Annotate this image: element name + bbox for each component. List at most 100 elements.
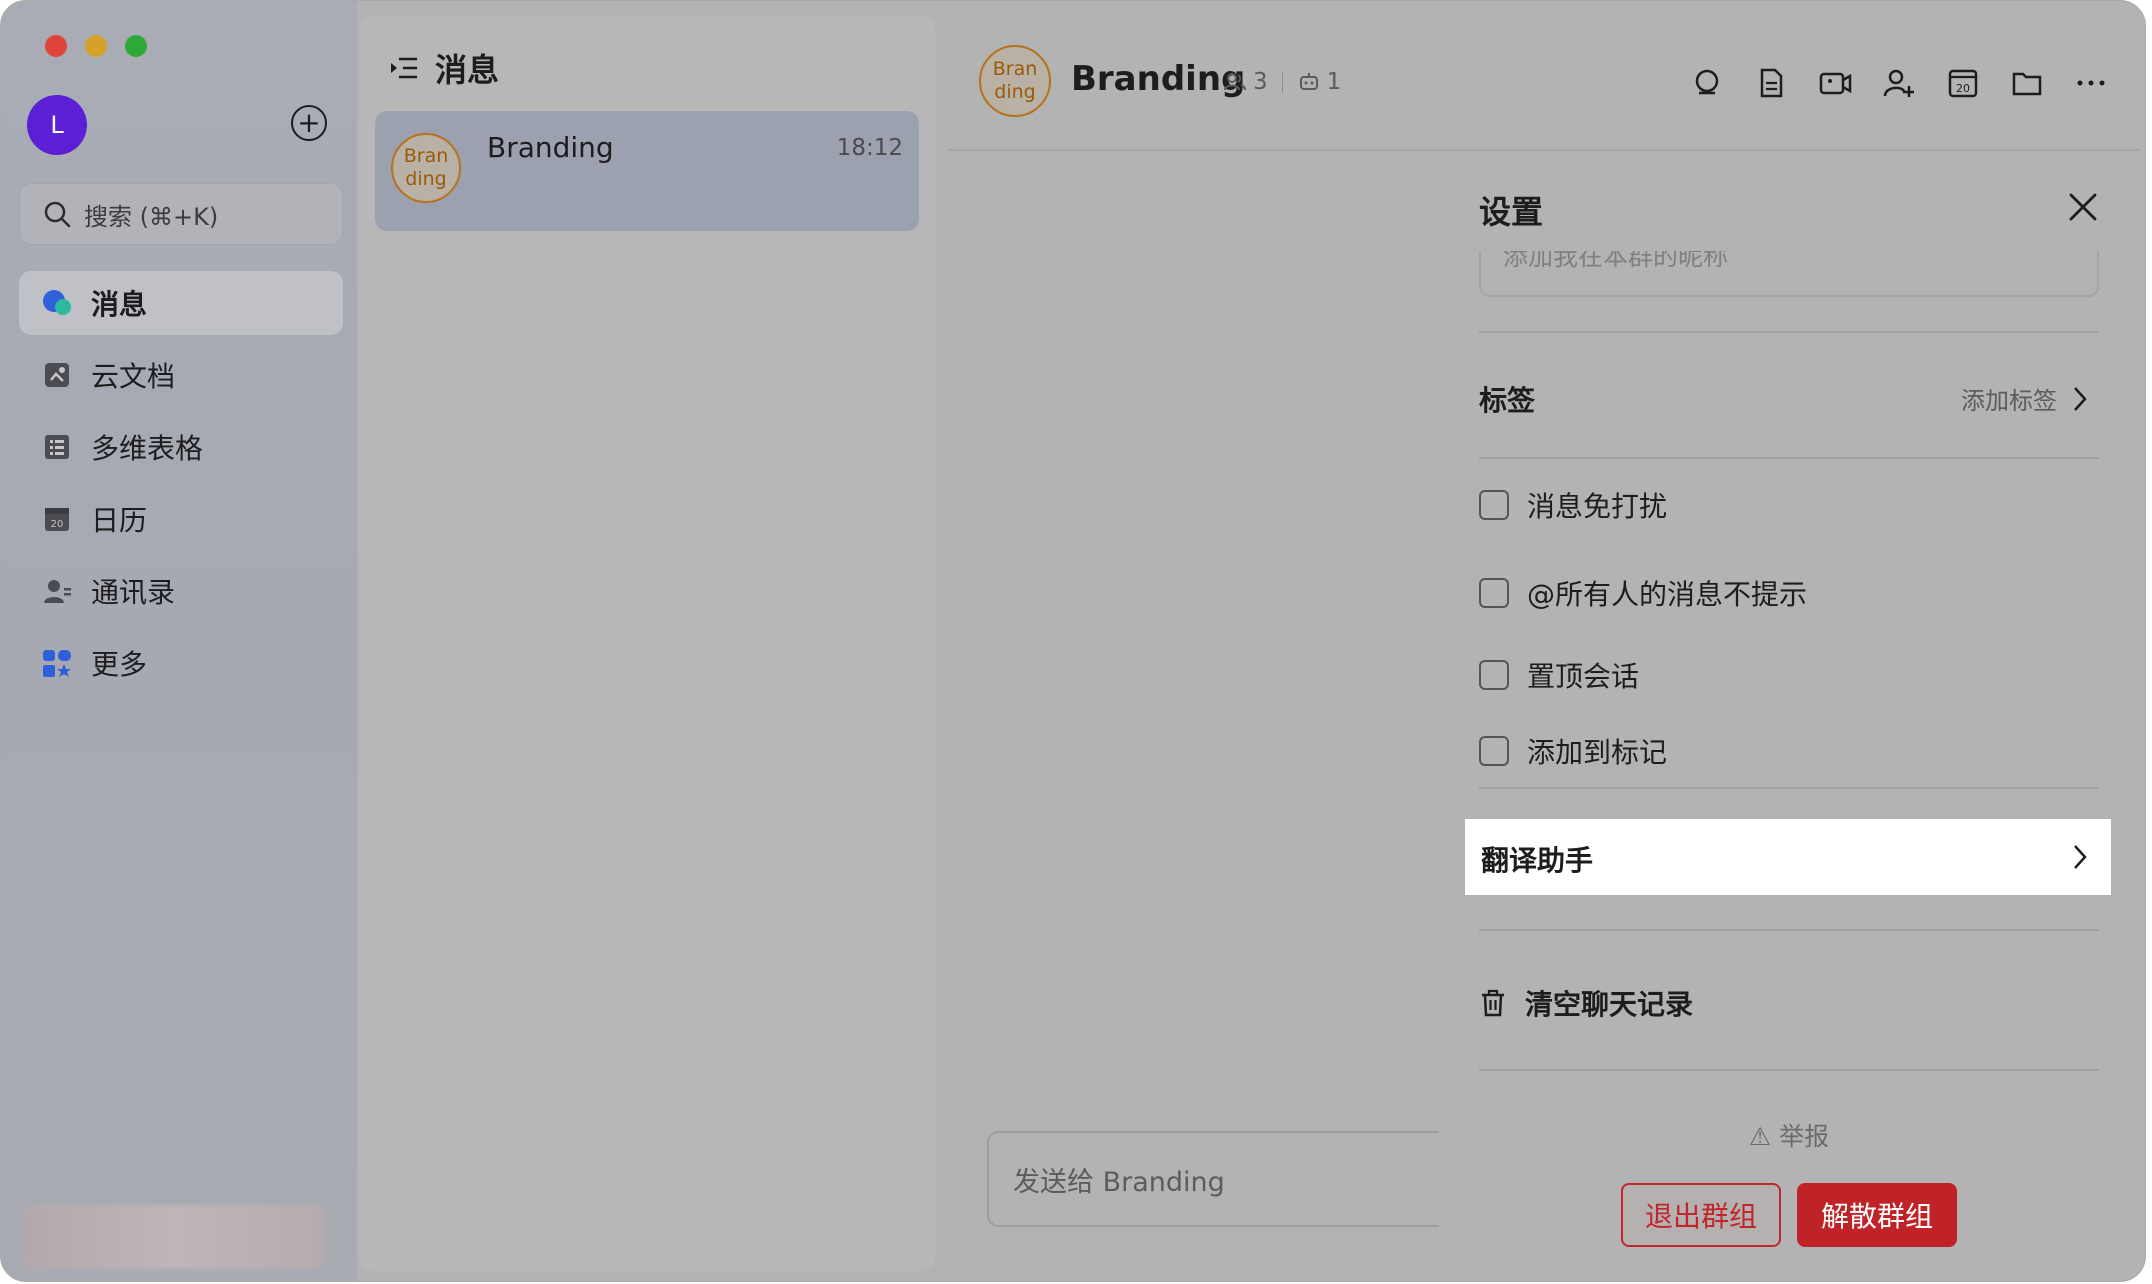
avatar[interactable]: L <box>27 95 87 155</box>
disband-group-button[interactable]: 解散群组 <box>1797 1183 1957 1247</box>
option-label: @所有人的消息不提示 <box>1527 578 1808 611</box>
divider <box>1479 787 2099 789</box>
calendar-icon[interactable]: 20 <box>1945 65 1981 101</box>
sidebar-item-messages[interactable]: 消息 <box>19 271 343 335</box>
sidebar-item-calendar[interactable]: 20 日历 <box>19 487 343 551</box>
member-count[interactable]: 3 <box>1253 69 1268 95</box>
divider <box>1479 457 2099 459</box>
warning-icon: ⚠ <box>1748 1122 1772 1151</box>
branding-avatar: Bran ding <box>391 133 461 203</box>
contacts-icon <box>41 575 73 607</box>
option-pin[interactable]: 置顶会话 <box>1479 655 1639 695</box>
sidebar-item-docs[interactable]: 云文档 <box>19 343 343 407</box>
avatar-text: Bran ding <box>403 145 449 190</box>
maximize-window-button[interactable] <box>125 35 147 57</box>
document-icon[interactable] <box>1753 65 1789 101</box>
nickname-placeholder: 添加我在本群的昵称 <box>1503 251 1729 271</box>
chat-meta: 3 1 <box>1223 69 1341 95</box>
search-icon <box>44 201 71 228</box>
settings-panel: 设置 添加我在本群的昵称 标签 添加标签 消息免打扰 @所有人的消息不提示 置顶… <box>1439 151 2139 1271</box>
close-icon[interactable] <box>2065 189 2101 225</box>
chat-bubble-icon <box>41 287 73 319</box>
translate-label: 翻译助手 <box>1481 844 1594 877</box>
exit-group-button[interactable]: 退出群组 <box>1621 1183 1781 1247</box>
svg-text:20: 20 <box>51 519 64 530</box>
divider <box>1479 331 2099 333</box>
disband-group-label: 解散群组 <box>1820 1200 1933 1233</box>
conversation-name: Branding <box>487 131 614 164</box>
settings-title: 设置 <box>1479 193 1544 231</box>
collapse-list-icon[interactable] <box>389 53 419 83</box>
clear-history-button[interactable]: 清空聊天记录 <box>1479 983 1693 1023</box>
calendar-icon: 20 <box>41 503 73 535</box>
option-mute[interactable]: 消息免打扰 <box>1479 485 1667 525</box>
clear-history-label: 清空聊天记录 <box>1525 988 1694 1021</box>
report-link[interactable]: ⚠ 举报 <box>1439 1117 2139 1153</box>
pin-checkbox[interactable] <box>1479 660 1509 690</box>
avatar-text-line1: Bran <box>992 58 1038 80</box>
avatar-initial: L <box>50 111 64 139</box>
sidebar-item-contacts[interactable]: 通讯录 <box>19 559 343 623</box>
tag-row[interactable]: 标签 添加标签 <box>1479 375 2099 421</box>
app-window: L + 搜索 (⌘+K) 消息 云文档 多维表格 20 日历 通讯录 更多 消息… <box>0 0 2146 1282</box>
mute-at-all-checkbox[interactable] <box>1479 578 1509 608</box>
list-item[interactable]: Bran ding Branding 18:12 <box>375 111 919 231</box>
message-list-panel: 消息 Bran ding Branding 18:12 <box>359 15 935 1271</box>
divider <box>1479 1069 2099 1071</box>
option-mute-at-all[interactable]: @所有人的消息不提示 <box>1479 573 1807 613</box>
chat-title[interactable]: Branding <box>1071 59 1245 99</box>
page-title: 消息 <box>435 51 500 89</box>
sidebar: L + 搜索 (⌘+K) 消息 云文档 多维表格 20 日历 通讯录 更多 <box>1 1 357 1281</box>
tag-label: 标签 <box>1479 384 1536 417</box>
members-icon <box>1224 73 1246 91</box>
flag-checkbox[interactable] <box>1479 736 1509 766</box>
blurred-profile <box>23 1205 323 1269</box>
table-icon <box>41 431 73 463</box>
close-window-button[interactable] <box>45 35 67 57</box>
sidebar-item-label: 更多 <box>91 648 148 681</box>
bot-count[interactable]: 1 <box>1327 69 1342 95</box>
nickname-field[interactable]: 添加我在本群的昵称 <box>1479 251 2099 297</box>
sidebar-item-more[interactable]: 更多 <box>19 631 343 695</box>
add-tag-label: 添加标签 <box>1961 387 2057 415</box>
sidebar-item-label: 云文档 <box>91 360 176 393</box>
more-icon[interactable] <box>2073 65 2109 101</box>
message-input-placeholder: 发送给 Branding <box>1013 1166 1225 1198</box>
exit-group-label: 退出群组 <box>1644 1200 1757 1233</box>
trash-icon <box>1482 989 1504 1017</box>
video-call-icon[interactable] <box>1817 65 1853 101</box>
avatar-text-line2: ding <box>994 81 1036 103</box>
chat-header: Bran ding Branding 3 1 20 <box>947 15 2139 151</box>
sidebar-item-label: 日历 <box>91 504 148 537</box>
branding-avatar[interactable]: Bran ding <box>979 45 1051 117</box>
cloud-doc-icon <box>41 359 73 391</box>
apps-icon <box>41 647 73 679</box>
sidebar-item-label: 多维表格 <box>91 432 204 465</box>
option-label: 消息免打扰 <box>1527 490 1668 523</box>
chevron-right-icon <box>2074 845 2087 869</box>
conversation-time: 18:12 <box>836 135 903 161</box>
chevron-right-icon <box>2074 386 2087 411</box>
add-tag-button[interactable]: 添加标签 <box>1961 381 2089 416</box>
sidebar-item-label: 通讯录 <box>91 576 176 609</box>
search-placeholder: 搜索 (⌘+K) <box>84 202 219 231</box>
message-list-header: 消息 <box>389 45 499 91</box>
add-member-icon[interactable] <box>1881 65 1917 101</box>
translate-assistant-row[interactable]: 翻译助手 <box>1465 819 2111 895</box>
message-input[interactable]: 发送给 Branding <box>987 1131 1507 1227</box>
option-label: 置顶会话 <box>1527 660 1640 693</box>
divider <box>1479 929 2099 931</box>
search-input[interactable]: 搜索 (⌘+K) <box>19 183 343 245</box>
chat-toolbar: 20 <box>1661 65 2109 101</box>
add-icon[interactable]: + <box>291 105 327 141</box>
mute-checkbox[interactable] <box>1479 490 1509 520</box>
folder-icon[interactable] <box>2009 65 2045 101</box>
svg-text:20: 20 <box>1956 82 1970 95</box>
search-chat-icon[interactable] <box>1689 65 1725 101</box>
sidebar-item-label: 消息 <box>91 288 148 321</box>
divider <box>1281 71 1283 93</box>
option-flag[interactable]: 添加到标记 <box>1479 731 1667 771</box>
option-label: 添加到标记 <box>1527 736 1668 769</box>
sidebar-item-bitable[interactable]: 多维表格 <box>19 415 343 479</box>
minimize-window-button[interactable] <box>85 35 107 57</box>
